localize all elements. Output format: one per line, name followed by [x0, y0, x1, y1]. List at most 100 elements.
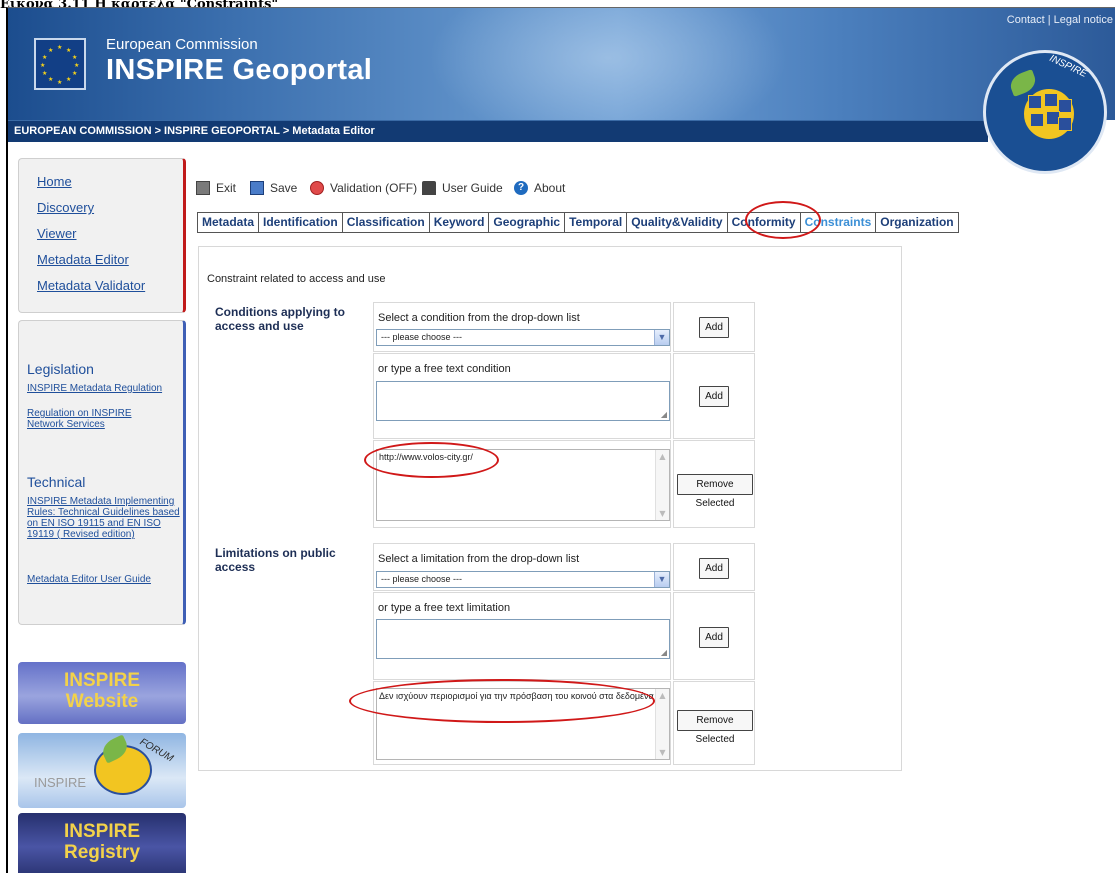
validation-toggle[interactable]: Validation (OFF): [310, 181, 417, 195]
limitations-label: Limitations on public access: [215, 546, 336, 574]
tab-organization[interactable]: Organization: [876, 212, 959, 233]
conditions-select-hint: Select a condition from the drop-down li…: [378, 312, 580, 324]
conditions-free-add-cell: Add: [673, 353, 755, 439]
conditions-label: Conditions applying to access and use: [215, 305, 345, 333]
editor-tabs: Metadata Identification Classification K…: [197, 212, 959, 233]
validation-icon: [310, 181, 324, 195]
nav-metadata-editor[interactable]: Metadata Editor: [37, 252, 129, 267]
conditions-remove-button[interactable]: Remove Selected: [677, 474, 753, 509]
link-implementing-rules[interactable]: INSPIRE Metadata Implementing Rules: Tec…: [27, 496, 187, 540]
inspire-logo: INSPIRE: [983, 50, 1107, 174]
limitations-select-value: --- please choose ---: [381, 574, 463, 584]
limitations-free-text[interactable]: ◢: [376, 619, 670, 659]
tab-identification[interactable]: Identification: [259, 212, 343, 233]
about-button[interactable]: ? About: [514, 181, 565, 195]
tab-classification[interactable]: Classification: [342, 212, 430, 233]
conditions-select-cell: Select a condition from the drop-down li…: [373, 302, 671, 352]
link-network-services[interactable]: Regulation on INSPIRE Network Services: [27, 408, 167, 430]
legislation-heading: Legislation: [27, 361, 94, 377]
tab-temporal[interactable]: Temporal: [565, 212, 628, 233]
conditions-select[interactable]: --- please choose --- ▼: [376, 329, 670, 346]
nav-metadata-validator[interactable]: Metadata Validator: [37, 278, 145, 293]
panel-title: Constraint related to access and use: [207, 273, 386, 285]
exit-label: Exit: [216, 181, 237, 195]
conditions-select-value: --- please choose ---: [381, 332, 463, 342]
main-nav: Home Discovery Viewer Metadata Editor Me…: [18, 158, 186, 313]
chevron-down-icon: ▼: [654, 572, 669, 587]
scroll-down-icon[interactable]: ▼: [656, 746, 669, 759]
org-name: European Commission: [106, 36, 258, 53]
save-label: Save: [270, 181, 298, 195]
nav-home[interactable]: Home: [37, 174, 72, 189]
chevron-down-icon: ▼: [654, 330, 669, 345]
conditions-free-hint: or type a free text condition: [378, 363, 511, 375]
registry-line-1: INSPIRE: [63, 821, 141, 842]
limitations-select-hint: Select a limitation from the drop-down l…: [378, 553, 580, 565]
scroll-down-icon[interactable]: ▼: [656, 507, 669, 520]
breadcrumb: EUROPEAN COMMISSION > INSPIRE GEOPORTAL …: [8, 120, 988, 142]
limitations-remove-cell: Remove Selected: [673, 681, 755, 765]
conditions-list-scrollbar[interactable]: ▲ ▼: [655, 450, 669, 520]
limitations-free-cell: or type a free text limitation ◢: [373, 592, 671, 680]
limitations-free-hint: or type a free text limitation: [378, 602, 511, 614]
conditions-remove-cell: Remove Selected: [673, 440, 755, 528]
tab-keyword[interactable]: Keyword: [429, 212, 490, 233]
inspire-website-banner[interactable]: INSPIRE Website: [18, 662, 186, 724]
registry-line-2: Registry: [63, 842, 141, 863]
eu-flag-icon: ★ ★ ★ ★ ★ ★ ★ ★ ★ ★ ★ ★: [34, 38, 86, 90]
user-guide-label: User Guide: [442, 181, 503, 195]
reference-links: Legislation INSPIRE Metadata Regulation …: [18, 320, 186, 625]
tab-metadata[interactable]: Metadata: [198, 212, 260, 233]
breadcrumb-text[interactable]: EUROPEAN COMMISSION > INSPIRE GEOPORTAL …: [14, 125, 375, 137]
resize-handle-icon[interactable]: ◢: [661, 410, 667, 419]
inspire-forum-banner[interactable]: FORUM INSPIRE: [18, 733, 186, 808]
banner-glow: [428, 8, 788, 120]
book-icon: [422, 181, 436, 195]
inspire-registry-banner[interactable]: INSPIRE Registry: [18, 813, 186, 873]
nav-viewer[interactable]: Viewer: [37, 226, 77, 241]
nav-discovery[interactable]: Discovery: [37, 200, 94, 215]
exit-icon: [196, 181, 210, 195]
save-icon: [250, 181, 264, 195]
technical-heading: Technical: [27, 474, 86, 490]
conditions-free-add-button[interactable]: Add: [699, 386, 729, 407]
forum-inspire-label: INSPIRE: [34, 775, 87, 790]
resize-handle-icon[interactable]: ◢: [661, 648, 667, 657]
tab-geographic[interactable]: Geographic: [489, 212, 566, 233]
link-editor-user-guide[interactable]: Metadata Editor User Guide: [27, 574, 187, 585]
website-line-2: Website: [65, 691, 139, 712]
link-metadata-regulation[interactable]: INSPIRE Metadata Regulation: [27, 383, 187, 394]
conditions-add-cell: Add: [673, 302, 755, 352]
save-button[interactable]: Save: [250, 181, 297, 195]
limitations-add-cell: Add: [673, 543, 755, 591]
contact-link[interactable]: Contact: [1007, 14, 1045, 26]
conditions-free-cell: or type a free text condition ◢: [373, 353, 671, 439]
header-banner: ★ ★ ★ ★ ★ ★ ★ ★ ★ ★ ★ ★ European Commission INSP…: [8, 8, 1115, 120]
validation-label: Validation (OFF): [330, 181, 418, 195]
legal-notice-link[interactable]: Legal notice: [1054, 14, 1113, 26]
browser-page: ★ ★ ★ ★ ★ ★ ★ ★ ★ ★ ★ ★ European Commission INSP…: [6, 7, 1115, 873]
website-line-1: INSPIRE: [63, 670, 141, 691]
conditions-free-text[interactable]: ◢: [376, 381, 670, 421]
limitations-list-scrollbar[interactable]: ▲ ▼: [655, 689, 669, 759]
limitations-add-button[interactable]: Add: [699, 558, 729, 579]
constraints-tab-highlight: [745, 201, 821, 239]
conditions-add-button[interactable]: Add: [699, 317, 729, 338]
exit-button[interactable]: Exit: [196, 181, 236, 195]
user-guide-button[interactable]: User Guide: [422, 181, 503, 195]
limitations-remove-button[interactable]: Remove Selected: [677, 710, 753, 745]
limitations-free-add-cell: Add: [673, 592, 755, 680]
constraints-panel: Constraint related to access and use Con…: [198, 246, 902, 771]
limitations-free-add-button[interactable]: Add: [699, 627, 729, 648]
logo-globe: [1022, 87, 1076, 141]
about-label: About: [534, 181, 566, 195]
scroll-up-icon[interactable]: ▲: [656, 689, 669, 702]
help-icon: ?: [514, 181, 528, 195]
top-links: Contact | Legal notice: [1007, 14, 1113, 26]
limitation-text-highlight: [349, 679, 655, 723]
tab-quality-validity[interactable]: Quality&Validity: [627, 212, 728, 233]
limitations-select-cell: Select a limitation from the drop-down l…: [373, 543, 671, 591]
scroll-up-icon[interactable]: ▲: [656, 450, 669, 463]
limitations-select[interactable]: --- please choose --- ▼: [376, 571, 670, 588]
link-separator: |: [1047, 14, 1051, 26]
